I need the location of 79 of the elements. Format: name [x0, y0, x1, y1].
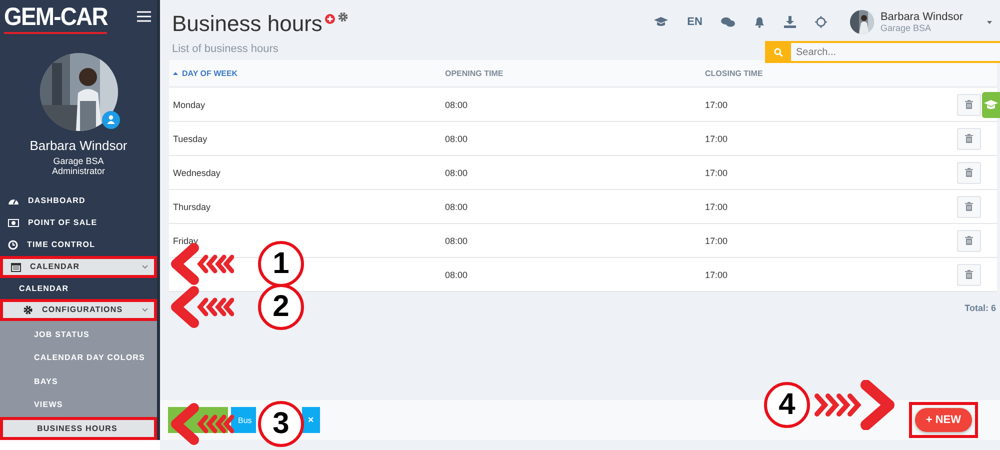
add-icon[interactable] [325, 14, 336, 24]
cash-icon [8, 218, 19, 226]
user-name: Barbara Windsor [880, 11, 963, 23]
table-cell: 08:00 [445, 134, 468, 144]
sidebar-item[interactable]: BAYS [0, 370, 157, 393]
chevron-icon [142, 308, 148, 312]
table-cell: Tuesday [173, 134, 208, 144]
graduation-cap-icon [984, 100, 998, 110]
table-cell: 08:00 [445, 168, 468, 178]
sidebar-item[interactable]: DASHBOARD [0, 190, 157, 212]
sidebar-item[interactable]: VIEWS [0, 393, 157, 416]
page-subtitle: List of business hours [172, 43, 280, 55]
trash-icon [965, 236, 973, 245]
sidebar-item[interactable]: JOB STATUS [0, 322, 157, 346]
search-field[interactable]: Search... [791, 41, 1000, 63]
table-cell: 17:00 [705, 270, 728, 280]
table-cell: Wednesday [173, 168, 220, 178]
table-cell: 17:00 [705, 100, 728, 110]
delete-button[interactable] [957, 94, 981, 116]
page-title: Business hours [172, 11, 322, 37]
chevron-drawing [170, 286, 234, 328]
table-cell: 17:00 [705, 168, 728, 178]
sort-icon [173, 72, 178, 74]
table-cell: Thursday [173, 202, 211, 212]
clock-icon [8, 240, 18, 250]
sidebar-item[interactable]: POINT OF SALE [0, 212, 157, 234]
table-cell: 08:00 [445, 270, 468, 280]
column-header[interactable]: CLOSING TIME [701, 60, 957, 86]
table-cell: 17:00 [705, 202, 728, 212]
delete-button[interactable] [957, 196, 981, 218]
trash-icon [965, 168, 973, 177]
sidebar-item[interactable]: TIME CONTROL [0, 234, 157, 256]
settings-icon[interactable] [338, 12, 348, 22]
user-company: Garage BSA [880, 23, 932, 33]
menu-icon[interactable] [137, 11, 151, 22]
search-icon [774, 48, 782, 56]
sidebar-item[interactable]: CALENDAR [0, 278, 157, 298]
table-cell: 17:00 [705, 236, 728, 246]
sun-icon[interactable] [815, 16, 828, 28]
chevron-icon [142, 264, 148, 268]
graduation-cap-icon[interactable] [654, 17, 668, 27]
table-cell: 08:00 [445, 236, 468, 246]
trash-icon [965, 100, 973, 109]
delete-button[interactable] [957, 128, 981, 150]
logo: GEM-CAR [4, 2, 108, 34]
gear-icon [23, 304, 33, 314]
trash-icon [965, 134, 973, 143]
chevron-drawing [170, 403, 234, 445]
sidebar-item[interactable]: CALENDAR [0, 256, 157, 278]
close-tab-button[interactable]: × [302, 407, 320, 433]
column-header[interactable]: DAY OF WEEK [169, 60, 441, 86]
delete-button[interactable] [957, 162, 981, 184]
user-icon [106, 115, 114, 124]
table-cell: Monday [173, 100, 206, 110]
trash-icon [965, 270, 973, 279]
chevron-drawing [170, 243, 234, 285]
trash-icon [965, 202, 973, 211]
total-count: Total: 6 [964, 303, 996, 313]
user-company: Garage BSA [53, 156, 104, 166]
sidebar-item[interactable]: CONFIGURATIONS [0, 298, 157, 320]
chat-icon[interactable] [721, 16, 736, 28]
column-header[interactable]: OPENING TIME [441, 60, 701, 86]
calendar-icon [11, 262, 21, 272]
sidebar-item[interactable]: CALENDAR DAY COLORS [0, 346, 157, 370]
delete-button[interactable] [957, 230, 981, 252]
user-role: Administrator [50, 166, 106, 176]
sidebar-item[interactable]: BUSINESS HOURS [0, 416, 157, 440]
new-button[interactable]: + NEW [914, 408, 972, 432]
language-selector[interactable]: EN [687, 16, 702, 28]
open-tab[interactable]: Bus [231, 407, 256, 433]
help-tab[interactable] [982, 92, 1000, 118]
caret-icon[interactable] [987, 20, 992, 24]
download-icon[interactable] [784, 16, 796, 28]
user-name: Barbara Windsor [28, 138, 128, 152]
delete-button[interactable] [957, 264, 981, 286]
table-cell: 08:00 [445, 100, 468, 110]
table-cell: 08:00 [445, 202, 468, 212]
bell-icon[interactable] [754, 16, 766, 28]
table-cell: 17:00 [705, 134, 728, 144]
